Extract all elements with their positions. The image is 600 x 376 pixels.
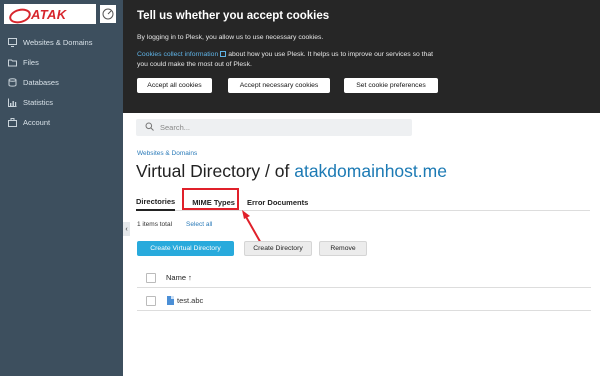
sidebar-item-label: Statistics bbox=[23, 97, 54, 107]
sidebar-item-files[interactable]: Files bbox=[0, 52, 123, 72]
accept-necessary-cookies-button[interactable]: Accept necessary cookies bbox=[228, 78, 330, 93]
accept-all-cookies-button[interactable]: Accept all cookies bbox=[137, 78, 212, 93]
create-virtual-directory-button[interactable]: Create Virtual Directory bbox=[137, 241, 234, 256]
external-link-icon bbox=[220, 51, 227, 57]
breadcrumb[interactable]: Websites & Domains bbox=[137, 150, 197, 157]
cookie-text-info-rest: about how you use Plesk. It helps us to … bbox=[228, 51, 434, 58]
briefcase-icon bbox=[8, 117, 17, 127]
page-title-prefix: Virtual Directory / of bbox=[136, 161, 290, 181]
logo-text: ATAK bbox=[31, 6, 67, 22]
sidebar-item-label: Account bbox=[23, 117, 51, 127]
annotation-highlight-box bbox=[182, 188, 239, 210]
logo-row: ATAK bbox=[0, 0, 123, 28]
main-content: Search... Websites & Domains Virtual Dir… bbox=[130, 113, 600, 376]
remove-button[interactable]: Remove bbox=[319, 241, 367, 256]
sidebar-item-account[interactable]: Account bbox=[0, 112, 123, 132]
brand-logo[interactable]: ATAK bbox=[4, 4, 96, 24]
cookie-text-necessary: By logging in to Plesk, you allow us to … bbox=[137, 34, 324, 41]
table-row: test.abc bbox=[137, 291, 591, 311]
cookie-title: Tell us whether you accept cookies bbox=[137, 10, 330, 22]
logo-swoosh-icon bbox=[7, 6, 31, 22]
sidebar: ATAK Websites & Domains Files Databases … bbox=[0, 0, 123, 376]
sidebar-item-label: Websites & Domains bbox=[23, 37, 93, 47]
search-placeholder: Search... bbox=[160, 123, 191, 132]
database-icon bbox=[8, 77, 17, 87]
search-icon bbox=[145, 122, 154, 133]
folder-icon bbox=[8, 58, 17, 67]
cookie-text-info-end: you could make the most out of Plesk. bbox=[137, 61, 252, 68]
column-name-header[interactable]: Name ↑ bbox=[166, 273, 192, 282]
cookie-preferences-button[interactable]: Set cookie preferences bbox=[344, 78, 438, 93]
cookie-banner: Tell us whether you accept cookies By lo… bbox=[123, 0, 600, 113]
create-directory-button[interactable]: Create Directory bbox=[244, 241, 312, 256]
cookie-buttons: Accept all cookies Accept necessary cook… bbox=[137, 78, 586, 93]
monitor-icon bbox=[8, 37, 17, 47]
sidebar-nav: Websites & Domains Files Databases Stati… bbox=[0, 32, 123, 132]
items-total: 1 items total bbox=[137, 221, 173, 228]
select-all-link[interactable]: Select all bbox=[186, 221, 212, 228]
chart-icon bbox=[8, 98, 17, 107]
file-icon bbox=[167, 296, 174, 305]
row-name[interactable]: test.abc bbox=[177, 296, 203, 305]
dashboard-gauge-icon[interactable] bbox=[100, 5, 116, 23]
select-all-checkbox[interactable] bbox=[146, 272, 156, 283]
cookie-text-info: Cookies collect information about how you… bbox=[137, 50, 586, 70]
sidebar-item-statistics[interactable]: Statistics bbox=[0, 92, 123, 112]
tab-directories[interactable]: Directories bbox=[136, 193, 176, 211]
sidebar-collapse-handle[interactable]: ‹ bbox=[123, 222, 130, 236]
row-checkbox[interactable] bbox=[146, 295, 156, 306]
search-input[interactable]: Search... bbox=[136, 119, 412, 136]
sidebar-item-websites-domains[interactable]: Websites & Domains bbox=[0, 32, 123, 52]
chevron-left-icon: ‹ bbox=[125, 225, 128, 233]
sidebar-item-label: Files bbox=[23, 57, 39, 67]
table-header: Name ↑ bbox=[137, 268, 591, 288]
page-title: Virtual Directory / of atakdomainhost.me bbox=[136, 161, 447, 182]
sidebar-item-label: Databases bbox=[23, 77, 59, 87]
cookie-info-link[interactable]: Cookies collect information bbox=[137, 51, 218, 58]
page-title-domain[interactable]: atakdomainhost.me bbox=[294, 161, 447, 181]
sidebar-item-databases[interactable]: Databases bbox=[0, 72, 123, 92]
